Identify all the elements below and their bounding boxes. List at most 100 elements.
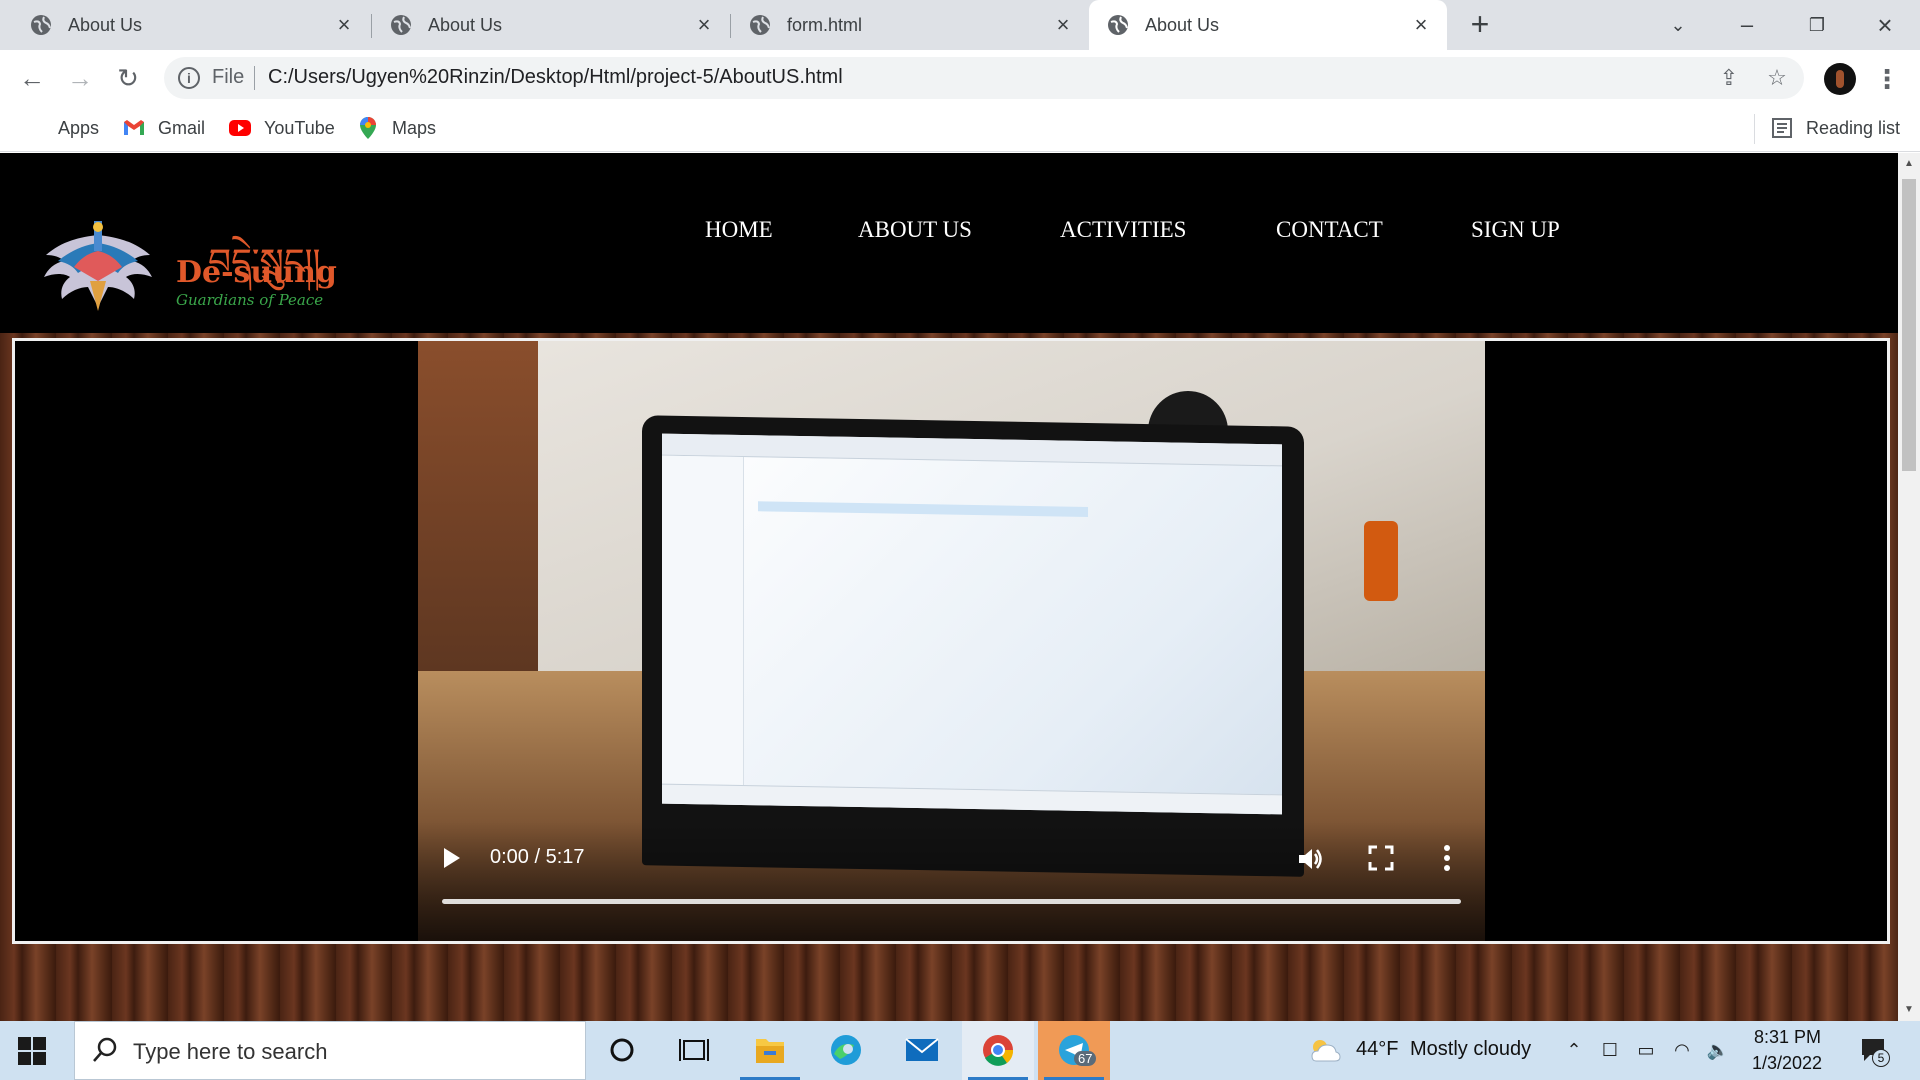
- notification-count: 5: [1872, 1049, 1890, 1067]
- apps-grid-icon: [22, 116, 46, 140]
- volume-icon[interactable]: [1296, 845, 1324, 873]
- bookmark-label: Apps: [58, 117, 100, 138]
- weather-condition[interactable]: Mostly cloudy: [1410, 1038, 1531, 1061]
- bookmarks-bar: Apps Gmail YouTube Maps Reading list: [0, 106, 1920, 152]
- forward-arrow-icon[interactable]: →: [62, 60, 98, 96]
- tab-about-us-1[interactable]: About Us ×: [0, 0, 370, 50]
- globe-icon: [391, 15, 411, 35]
- url-text[interactable]: C:/Users/Ugyen%20Rinzin/Desktop/Html/pro…: [268, 66, 843, 89]
- new-tab-button[interactable]: +: [1462, 8, 1498, 41]
- browser-menu-icon[interactable]: ⋮: [1874, 62, 1900, 96]
- de-suung-emblem-icon: [44, 221, 152, 311]
- weather-temperature[interactable]: 44°F: [1356, 1038, 1398, 1061]
- battery-icon[interactable]: ▭: [1634, 1038, 1658, 1062]
- close-tab-icon[interactable]: ×: [332, 13, 356, 37]
- notification-center[interactable]: 5: [1858, 1035, 1890, 1067]
- video-container: 0:00 / 5:17: [12, 338, 1890, 944]
- video-player[interactable]: 0:00 / 5:17: [418, 341, 1485, 941]
- tab-title: form.html: [787, 14, 863, 35]
- file-explorer-icon[interactable]: [734, 1021, 806, 1080]
- page-viewport: བདེ་སྲུང།། De-suung Guardians of Peace H…: [0, 153, 1898, 1021]
- clock-time[interactable]: 8:31 PM: [1754, 1027, 1821, 1048]
- windows-start-icon[interactable]: [18, 1037, 46, 1065]
- reading-list-icon: [1772, 118, 1792, 138]
- globe-icon: [31, 15, 51, 35]
- share-icon[interactable]: ⇪: [1716, 65, 1742, 91]
- bookmark-youtube[interactable]: YouTube: [228, 114, 335, 142]
- scrollbar-thumb[interactable]: [1902, 179, 1916, 471]
- bookmark-maps[interactable]: Maps: [356, 114, 436, 142]
- logo-tagline: Guardians of Peace: [176, 291, 324, 309]
- video-controls-overlay: [418, 821, 1485, 941]
- tab-form-html[interactable]: form.html ×: [731, 0, 1089, 50]
- restore-icon[interactable]: ❐: [1794, 8, 1840, 42]
- nav-home[interactable]: HOME: [705, 217, 773, 243]
- reading-list-button[interactable]: Reading list: [1770, 114, 1900, 142]
- show-hidden-icons-chevron-icon[interactable]: ⌃: [1562, 1038, 1586, 1062]
- weather-cloudy-icon: [1311, 1040, 1341, 1062]
- bookmark-gmail[interactable]: Gmail: [122, 114, 205, 142]
- meet-now-icon[interactable]: ☐: [1598, 1038, 1622, 1062]
- maps-pin-icon: [360, 117, 376, 139]
- nav-contact[interactable]: CONTACT: [1276, 217, 1383, 243]
- address-bar[interactable]: i File C:/Users/Ugyen%20Rinzin/Desktop/H…: [164, 57, 1804, 99]
- reload-icon[interactable]: ↻: [110, 60, 146, 96]
- task-view-icon[interactable]: [658, 1021, 730, 1080]
- wifi-icon[interactable]: ◠: [1670, 1038, 1694, 1062]
- tab-title: About Us: [428, 14, 503, 35]
- play-icon[interactable]: [442, 846, 462, 870]
- info-icon[interactable]: i: [178, 67, 200, 89]
- logo-name: De-suung: [176, 255, 337, 290]
- bookmarks-divider: [1754, 114, 1755, 144]
- video-frame-laptop-screen: [662, 433, 1282, 815]
- site-logo[interactable]: བདེ་སྲུང།། De-suung Guardians of Peace: [40, 221, 340, 311]
- bookmark-apps[interactable]: Apps: [22, 114, 99, 142]
- tab-about-us-active[interactable]: About Us ×: [1089, 0, 1447, 50]
- video-time: 0:00 / 5:17: [490, 846, 585, 868]
- video-frame-selected-row: [758, 501, 1088, 518]
- video-frame-laptop: [642, 415, 1304, 877]
- tab-strip: About Us × About Us × form.html × About …: [0, 0, 1920, 50]
- tab-title: About Us: [68, 14, 143, 35]
- close-tab-icon[interactable]: ×: [692, 13, 716, 37]
- chrome-icon[interactable]: [962, 1021, 1034, 1080]
- scheme-label: File: [212, 66, 245, 88]
- globe-icon: [1108, 15, 1128, 35]
- reading-list-label: Reading list: [1806, 117, 1901, 138]
- cortana-icon[interactable]: [586, 1021, 658, 1080]
- gmail-icon: [124, 120, 144, 135]
- address-divider: [254, 66, 255, 90]
- video-frame-window-taskbar: [662, 783, 1282, 815]
- scroll-down-icon[interactable]: ▼: [1902, 1003, 1916, 1017]
- back-arrow-icon[interactable]: ←: [14, 60, 50, 96]
- video-frame-window-bar: [662, 433, 1282, 467]
- site-navbar: བདེ་སྲུང།། De-suung Guardians of Peace H…: [0, 153, 1898, 333]
- edge-icon[interactable]: [810, 1021, 882, 1080]
- page-scrollbar[interactable]: ▲ ▼: [1898, 153, 1920, 1021]
- video-progress-bar[interactable]: [442, 899, 1461, 904]
- profile-avatar[interactable]: [1824, 63, 1856, 95]
- close-tab-icon[interactable]: ×: [1409, 13, 1433, 37]
- tab-about-us-2[interactable]: About Us ×: [372, 0, 730, 50]
- speaker-icon[interactable]: 🔈: [1706, 1038, 1730, 1062]
- scroll-up-icon[interactable]: ▲: [1902, 157, 1916, 171]
- fullscreen-icon[interactable]: [1368, 845, 1394, 871]
- close-tab-icon[interactable]: ×: [1051, 13, 1075, 37]
- bookmark-star-icon[interactable]: ☆: [1764, 65, 1790, 91]
- video-more-options-icon[interactable]: [1442, 843, 1452, 873]
- mail-icon[interactable]: [886, 1021, 958, 1080]
- search-icon: [93, 1037, 117, 1062]
- nav-sign-up[interactable]: SIGN UP: [1471, 217, 1560, 243]
- nav-activities[interactable]: ACTIVITIES: [1060, 217, 1186, 243]
- youtube-icon: [229, 120, 251, 136]
- clock-date[interactable]: 1/3/2022: [1752, 1053, 1822, 1074]
- close-window-icon[interactable]: ×: [1862, 8, 1908, 42]
- nav-about-us[interactable]: ABOUT US: [858, 217, 972, 243]
- taskbar-search-box[interactable]: Type here to search: [74, 1021, 586, 1080]
- minimize-icon[interactable]: –: [1724, 8, 1770, 42]
- tab-search-chevron-icon[interactable]: ⌄: [1655, 8, 1701, 42]
- video-frame-window-sidebar: [662, 455, 744, 788]
- telegram-badge: 67: [1074, 1051, 1097, 1066]
- telegram-icon[interactable]: 67: [1038, 1021, 1110, 1080]
- video-frame-bottle: [1364, 521, 1398, 601]
